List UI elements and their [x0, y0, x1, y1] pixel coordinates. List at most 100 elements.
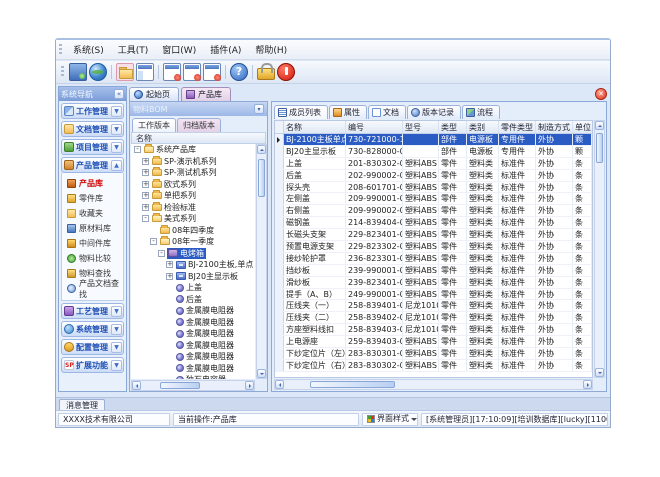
nav-group[interactable]: 配置管理 ▼	[61, 339, 124, 355]
scroll-left-icon[interactable]	[132, 381, 141, 390]
column-header[interactable]: 零件类型	[499, 121, 536, 133]
window-layout-icon[interactable]	[136, 63, 154, 81]
member-tab[interactable]: 版本记录	[407, 105, 461, 119]
scroll-thumb[interactable]	[310, 381, 395, 388]
table-horizontal-scrollbar[interactable]	[274, 379, 593, 390]
tree-item[interactable]: 独石电容器	[131, 374, 255, 379]
table-row[interactable]: BJ-2100主板单点 730-721000-12E 部件 电源板 专用件 外协…	[275, 134, 592, 146]
nav-item[interactable]: 收藏夹	[62, 206, 123, 221]
table-row[interactable]: 方座塑料线扣 258-839403-00E 尼龙1010 零件 塑料类 标准件 …	[275, 324, 592, 336]
tree-item[interactable]: + SP-演示机系列	[131, 156, 255, 168]
tree-vertical-scrollbar[interactable]	[256, 144, 267, 379]
table-row[interactable]: 滑纱板 239-823401-00E 塑料ABS 零件 塑料类 标准件 外协 条	[275, 277, 592, 289]
chevron-down-icon[interactable]: ▼	[111, 360, 122, 371]
column-header[interactable]: 型号	[403, 121, 439, 133]
tree-expander-icon[interactable]: +	[142, 181, 149, 188]
nav-group[interactable]: SP 扩展功能 ▼	[61, 357, 124, 373]
table-row[interactable]: 右侧盖 209-990002-01E 塑料ABS 零件 塑料类 标准件 外协 条	[275, 205, 592, 217]
ui-style-button[interactable]: 界面样式	[362, 413, 418, 426]
toolbar-grip[interactable]	[61, 66, 64, 78]
member-tab[interactable]: 流程	[462, 105, 500, 119]
tree-item[interactable]: 金属膜电阻器	[131, 317, 255, 329]
chevron-down-icon[interactable]: ▼	[111, 306, 122, 317]
collapse-nav-icon[interactable]: «	[114, 89, 124, 99]
column-header[interactable]: 编号	[346, 121, 403, 133]
member-tab[interactable]: 属性	[329, 105, 367, 119]
scroll-up-icon[interactable]	[257, 145, 266, 154]
column-header[interactable]: 单位	[573, 121, 592, 133]
version-tab[interactable]: 工作版本	[132, 118, 176, 132]
tree-item[interactable]: + SP-测试机系列	[131, 167, 255, 179]
document-tab[interactable]: 产品库	[181, 87, 231, 101]
table-row[interactable]: 上电源座 259-839403-00E 塑料ABS 零件 塑料类 标准件 外协 …	[275, 336, 592, 348]
tree-item[interactable]: - 电烤箱	[131, 248, 255, 260]
scroll-down-icon[interactable]	[257, 369, 266, 378]
tree-expander-icon[interactable]: +	[142, 169, 149, 176]
document-tab[interactable]: 起始页	[129, 87, 179, 101]
tree-column-header[interactable]: 名称	[131, 132, 266, 144]
close-tab-icon[interactable]: ✕	[595, 88, 607, 100]
table-row[interactable]: 左侧盖 209-990001-01E 塑料ABS 零件 塑料类 标准件 外协 条	[275, 193, 592, 205]
nav-item[interactable]: 中间件库	[62, 236, 123, 251]
tree-item[interactable]: + 检验标准	[131, 202, 255, 214]
nav-item[interactable]: 原材料库	[62, 221, 123, 236]
nav-item[interactable]: 物料比较	[62, 251, 123, 266]
tree-item[interactable]: + BJ-2100主板,单点	[131, 259, 255, 271]
scroll-thumb[interactable]	[160, 382, 200, 389]
tree-item[interactable]: + 欧式系列	[131, 179, 255, 191]
table-row[interactable]: 探头壳 208-601701-01E 塑料ABS 零件 塑料类 标准件 外协 条	[275, 182, 592, 194]
separator[interactable]	[252, 65, 253, 79]
chevron-down-icon[interactable]: ▼	[111, 106, 122, 117]
chevron-up-icon[interactable]: ▲	[111, 160, 122, 171]
tree-item[interactable]: 金属膜电阻器	[131, 351, 255, 363]
toolbar-grip[interactable]	[59, 44, 62, 56]
column-header[interactable]: 名称	[284, 121, 346, 133]
separator[interactable]	[111, 65, 112, 79]
scroll-thumb[interactable]	[596, 133, 603, 163]
nav-group[interactable]: 文档管理 ▼	[61, 121, 124, 137]
scroll-thumb[interactable]	[258, 159, 265, 197]
monitor-icon[interactable]	[69, 63, 87, 81]
chevron-down-icon[interactable]: ▼	[111, 124, 122, 135]
chevron-down-icon[interactable]: ▼	[111, 342, 122, 353]
tree-item[interactable]: 后盖	[131, 294, 255, 306]
window-refresh-icon[interactable]	[203, 63, 221, 81]
tree-item[interactable]: 上盖	[131, 282, 255, 294]
table-row[interactable]: 后盖 202-990002-01E 塑料ABS 零件 塑料类 标准件 外协 条	[275, 170, 592, 182]
nav-group[interactable]: 工艺管理 ▼	[61, 303, 124, 319]
menu-item[interactable]: 插件(A)	[203, 41, 248, 58]
table-row[interactable]: 磁钢盖 214-839404-01E 塑料ABS 零件 塑料类 标准件 外协 条	[275, 217, 592, 229]
window-close-icon[interactable]	[163, 63, 181, 81]
tree-item[interactable]: 金属膜电阻器	[131, 305, 255, 317]
globe-icon[interactable]	[89, 63, 107, 81]
scroll-right-icon[interactable]	[583, 380, 592, 389]
tree-expander-icon[interactable]: -	[134, 146, 141, 153]
scroll-left-icon[interactable]	[275, 380, 284, 389]
tree-item[interactable]: 金属膜电阻器	[131, 363, 255, 375]
nav-group[interactable]: 工作管理 ▼	[61, 103, 124, 119]
tree-expander-icon[interactable]: -	[158, 250, 165, 257]
nav-group[interactable]: 项目管理 ▼	[61, 139, 124, 155]
panel-menu-icon[interactable]: ▾	[254, 104, 264, 114]
tree-item[interactable]: 金属膜电阻器	[131, 340, 255, 352]
nav-item[interactable]: 产品库	[62, 176, 123, 191]
folder-icon[interactable]	[116, 63, 134, 81]
tree-item[interactable]: 金属膜电阻器	[131, 328, 255, 340]
column-header[interactable]: 类型	[439, 121, 467, 133]
tree-expander-icon[interactable]: +	[142, 192, 149, 199]
tree-expander-icon[interactable]: -	[142, 215, 149, 222]
member-tab[interactable]: 文档	[368, 105, 406, 119]
table-row[interactable]: 长磁头支架 229-823401-00E 塑料ABS 零件 塑料类 标准件 外协…	[275, 229, 592, 241]
table-row[interactable]: BJ20主显示板 730-828000-04E 部件 电源板 专用件 外协 颗	[275, 146, 592, 158]
help-icon[interactable]: ?	[230, 63, 248, 81]
table-row[interactable]: 接纱轮护罩 236-823301-00E 塑料ABS 零件 塑料类 标准件 外协…	[275, 253, 592, 265]
scroll-right-icon[interactable]	[245, 381, 254, 390]
tree-expander-icon[interactable]: +	[166, 273, 173, 280]
table-row[interactable]: 下纱定位片（左） 283-830301-00E 塑料ABS 零件 塑料类 标准件…	[275, 348, 592, 360]
column-header[interactable]: 类别	[467, 121, 499, 133]
menu-item[interactable]: 系统(S)	[66, 41, 111, 58]
tree-expander-icon[interactable]: +	[166, 261, 173, 268]
table-vertical-scrollbar[interactable]	[594, 120, 605, 378]
menu-item[interactable]: 帮助(H)	[248, 41, 294, 58]
member-tab[interactable]: 成员列表	[274, 105, 328, 119]
